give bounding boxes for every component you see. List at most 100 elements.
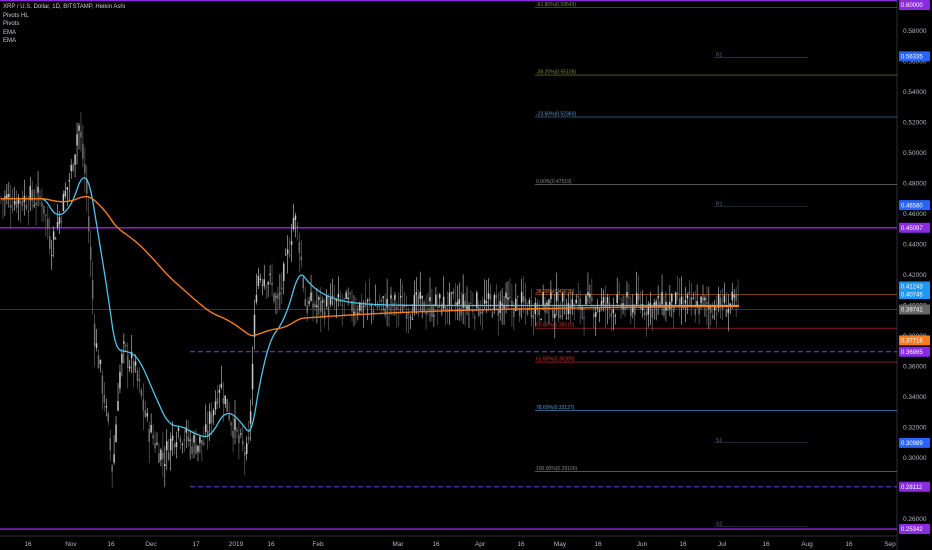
candle-body — [485, 301, 488, 304]
candle-body — [298, 242, 301, 254]
candle-body — [97, 355, 100, 369]
candle-body — [25, 204, 28, 209]
candle-body — [10, 204, 12, 208]
candle-body — [300, 256, 303, 261]
candle-body — [93, 323, 96, 346]
candle-body — [458, 299, 460, 305]
candle-body — [247, 437, 250, 440]
candle-body — [384, 308, 386, 316]
candle-body — [692, 298, 694, 300]
candle-body — [216, 398, 219, 405]
candle-body — [320, 300, 322, 312]
candle-body — [688, 291, 691, 295]
candle-body — [524, 298, 527, 305]
price-tick-label: 0.58000 — [903, 28, 927, 35]
candle-body — [331, 295, 334, 297]
candle-body — [329, 298, 332, 305]
candle-body — [671, 293, 673, 302]
candle-body — [532, 314, 535, 319]
candle-body — [433, 315, 435, 317]
candle-body — [380, 299, 382, 302]
candle-body — [150, 424, 152, 433]
price-tick-label: 0.36000 — [903, 364, 927, 371]
candle-body — [489, 294, 492, 301]
candle-body — [64, 190, 67, 197]
candle-body — [62, 194, 65, 212]
candle-body — [616, 294, 618, 304]
candle-body — [39, 196, 41, 198]
candle-body — [665, 301, 667, 311]
candle-body — [113, 454, 115, 463]
candle-body — [327, 307, 330, 316]
candle-body — [614, 315, 616, 317]
time-tick-label: Aug — [801, 541, 813, 548]
time-tick-label: Dec — [145, 541, 157, 548]
price-tag-label: 0.45097 — [901, 226, 923, 232]
candle-body — [595, 312, 597, 317]
candle-body — [513, 309, 515, 317]
fib-level-label: 38.20%(0.40730) — [536, 289, 575, 295]
candle-body — [337, 293, 340, 298]
candle-body — [195, 444, 197, 454]
candle-body — [376, 306, 379, 308]
candle-body — [318, 297, 320, 300]
candle-body — [306, 305, 308, 313]
candle-body — [286, 249, 289, 254]
candle-body — [15, 199, 18, 208]
candle-body — [222, 398, 225, 404]
candle-body — [171, 435, 174, 441]
candle-body — [140, 389, 143, 396]
candle-body — [478, 307, 480, 316]
candle-body — [522, 296, 525, 302]
candle-body — [240, 433, 242, 435]
candle-body — [146, 413, 148, 417]
price-tag-label: 0.60000 — [901, 3, 923, 9]
price-chart[interactable]: 0.580000.560000.540000.520000.500000.480… — [0, 0, 932, 550]
candle-body — [355, 311, 357, 313]
fib-level-label: 61.80%(0.36289) — [536, 357, 575, 363]
candle-body — [199, 436, 201, 443]
candle-body — [148, 428, 150, 442]
time-tick-label: Nov — [65, 541, 77, 548]
pivot-label: R2 — [716, 53, 723, 59]
candle-body — [674, 292, 677, 304]
candle-body — [630, 307, 632, 317]
candle-body — [645, 311, 648, 316]
candle-body — [448, 292, 451, 306]
candle-body — [132, 361, 135, 373]
candle-body — [657, 296, 659, 298]
candle-body — [341, 304, 343, 306]
candle-body — [557, 305, 560, 319]
candle-body — [450, 292, 453, 294]
candle-body — [517, 295, 519, 298]
candle-body — [612, 309, 615, 313]
candle-body — [415, 292, 418, 295]
candle-body — [643, 312, 646, 315]
candle-body — [589, 293, 591, 298]
candle-body — [166, 441, 168, 451]
candle-body — [454, 301, 457, 306]
candle-body — [160, 449, 162, 460]
candle-body — [723, 295, 726, 303]
candle-body — [212, 410, 215, 416]
candle-body — [325, 295, 328, 307]
candle-body — [335, 299, 338, 302]
candle-body — [733, 294, 735, 298]
candle-body — [497, 309, 499, 316]
candle-body — [197, 445, 199, 452]
ema-slow-line[interactable] — [1, 195, 739, 337]
fib-level-label: 50.00%(0.38510) — [536, 323, 575, 329]
price-tag-label: 0.36965 — [901, 350, 923, 356]
candle-body — [518, 309, 521, 317]
time-tick-label: 16 — [594, 541, 602, 548]
candle-body — [218, 389, 221, 393]
candle-body — [82, 143, 84, 159]
candle-body — [265, 286, 267, 288]
candle-body — [585, 295, 587, 305]
candle-body — [499, 300, 501, 313]
candle-body — [177, 427, 180, 431]
candle-body — [460, 308, 462, 316]
candle-body — [731, 291, 733, 301]
candle-body — [134, 361, 137, 366]
candle-body — [362, 306, 365, 308]
